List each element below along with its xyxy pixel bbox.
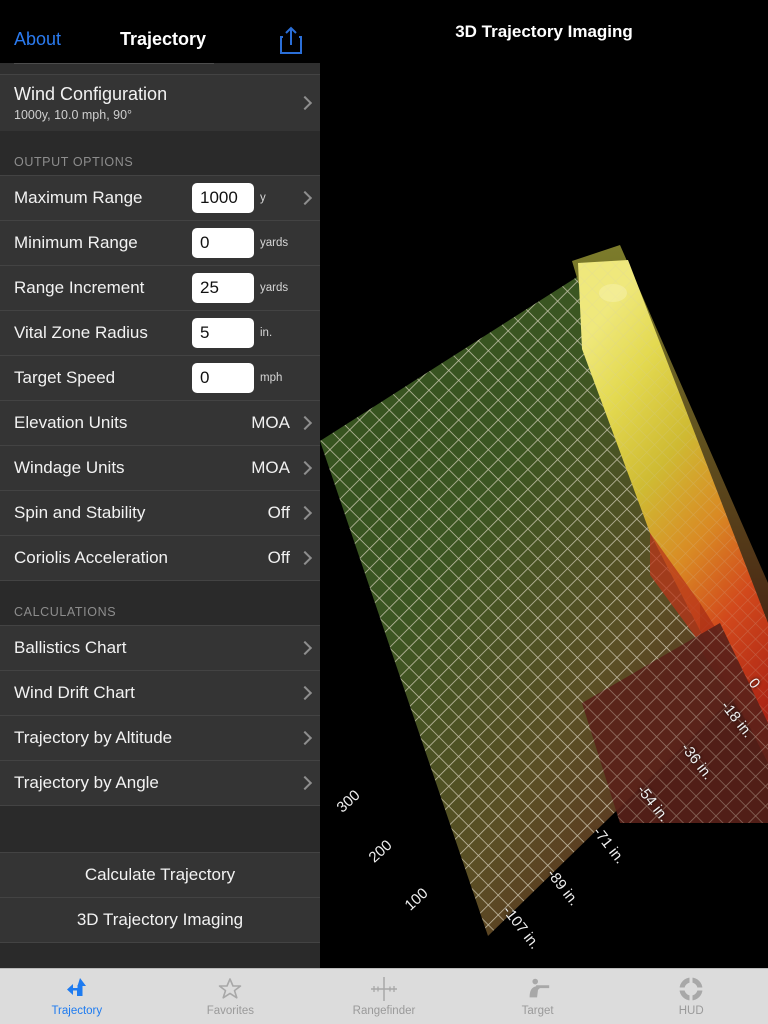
sidebar-row-maximum-range[interactable]: Maximum Range 1000 y [0, 176, 320, 220]
row-label: Spin and Stability [14, 503, 146, 522]
3d-trajectory-imaging-button[interactable]: 3D Trajectory Imaging [0, 898, 320, 942]
sidebar-row-windage-units[interactable]: Windage Units MOA [0, 446, 320, 490]
tab-label: Favorites [206, 1005, 255, 1017]
unit-label: y [260, 192, 266, 204]
section-header-calculations: CALCULATIONS [0, 581, 320, 625]
sidebar-row-coriolis-acceleration[interactable]: Coriolis Acceleration Off [0, 536, 320, 580]
row-label: Elevation Units [14, 413, 128, 432]
sidebar-row-target-speed[interactable]: Target Speed 0 mph [0, 356, 320, 400]
sidebar-row-elevation-units[interactable]: Elevation Units MOA [0, 401, 320, 445]
tab-label: HUD [678, 1005, 704, 1017]
target-speed-input[interactable]: 0 [192, 363, 254, 393]
tab-favorites[interactable]: Favorites [154, 969, 308, 1024]
sidebar-row-spin-and-stability[interactable]: Spin and Stability Off [0, 491, 320, 535]
back-button-about[interactable]: About [14, 30, 61, 48]
sidebar-row-vital-zone-radius[interactable]: Vital Zone Radius 5 in. [0, 311, 320, 355]
unit-label: mph [260, 372, 283, 384]
row-label: Trajectory by Altitude [14, 728, 173, 747]
row-label: Coriolis Acceleration [14, 548, 169, 567]
sidebar-row-minimum-range[interactable]: Minimum Range 0 yards [0, 221, 320, 265]
sidebar-row-ballistics-chart[interactable]: Ballistics Chart [0, 626, 320, 670]
unit-label: yards [260, 282, 289, 294]
row-label: Wind Drift Chart [14, 683, 135, 702]
sidebar-row-trajectory-by-angle[interactable]: Trajectory by Angle [0, 761, 320, 805]
trajectory-3d-view[interactable]: 300 200 100 0 -18 in. -36 in. -54 in. -7… [320, 63, 768, 968]
row-label: Windage Units [14, 458, 125, 477]
app-root: About Trajectory 3D Trajectory Imaging W… [0, 0, 768, 1024]
row-label: Ballistics Chart [14, 638, 127, 657]
elevation-units-value: MOA [251, 413, 290, 432]
chevron-right-icon [300, 460, 310, 476]
unit-label: in. [260, 327, 273, 339]
sidebar-row-wind-configuration[interactable]: Wind Configuration 1000y, 10.0 mph, 90° [0, 75, 320, 131]
crosshair-icon [370, 976, 398, 1002]
tab-label: Trajectory [51, 1005, 103, 1017]
wind-configuration-text: Wind Configuration 1000y, 10.0 mph, 90° [14, 84, 300, 122]
tab-hud[interactable]: HUD [614, 969, 768, 1024]
row-label: Vital Zone Radius [14, 323, 148, 342]
section-header-label: OUTPUT OPTIONS [14, 155, 134, 169]
chevron-right-icon [300, 775, 310, 791]
sidebar-row-range-increment[interactable]: Range Increment 25 yards [0, 266, 320, 310]
crosshair-glyph [370, 977, 397, 1001]
share-icon-glyph [280, 26, 302, 54]
page-title: Trajectory [120, 29, 207, 49]
chevron-right-icon [300, 415, 310, 431]
sidebar-nav-bar: About Trajectory [0, 0, 320, 63]
shooter-glyph [529, 978, 549, 998]
row-label: Trajectory by Angle [14, 773, 159, 792]
chevron-right-icon [300, 640, 310, 656]
row-label: Target Speed [14, 368, 116, 387]
trajectory-surface-plot [320, 245, 768, 936]
calculate-trajectory-button[interactable]: Calculate Trajectory [0, 853, 320, 897]
section-spacer [0, 806, 320, 852]
spin-and-stability-value: Off [267, 503, 290, 522]
chevron-right-icon [300, 730, 310, 746]
range-increment-input[interactable]: 25 [192, 273, 254, 303]
maximum-range-input[interactable]: 1000 [192, 183, 254, 213]
peak-highlight [599, 284, 627, 302]
section-header-label: CALCULATIONS [14, 605, 117, 619]
chevron-right-icon [300, 190, 310, 206]
tab-rangefinder[interactable]: Rangefinder [307, 969, 461, 1024]
tab-trajectory[interactable]: Trajectory [0, 969, 154, 1024]
trajectory-arrow-glyph [66, 978, 86, 996]
tab-target[interactable]: Target [461, 969, 615, 1024]
chevron-right-icon [300, 505, 310, 521]
tab-label: Target [521, 1005, 554, 1017]
star-icon [216, 976, 244, 1002]
reticle-glyph [678, 976, 705, 1002]
settings-sidebar[interactable]: Wind Configuration 1000y, 10.0 mph, 90° … [0, 63, 320, 968]
sidebar-row-trajectory-by-altitude[interactable]: Trajectory by Altitude [0, 716, 320, 760]
vital-zone-radius-input[interactable]: 5 [192, 318, 254, 348]
trajectory-arrow-icon [63, 976, 91, 1002]
top-bar: About Trajectory 3D Trajectory Imaging [0, 0, 768, 63]
wind-configuration-label: Wind Configuration [14, 84, 168, 105]
section-header-output-options: OUTPUT OPTIONS [0, 131, 320, 175]
tab-label: Rangefinder [352, 1005, 416, 1017]
coriolis-acceleration-value: Off [267, 548, 290, 567]
row-label: Maximum Range [14, 188, 143, 207]
sidebar-row-wind-drift-chart[interactable]: Wind Drift Chart [0, 671, 320, 715]
tab-bar: Trajectory Favorites Rangefinder Target … [0, 968, 768, 1024]
sidebar-tail [0, 943, 320, 968]
clipped-row-above [0, 63, 320, 74]
chevron-right-icon [300, 95, 310, 111]
star-glyph [219, 978, 242, 999]
minimum-range-input[interactable]: 0 [192, 228, 254, 258]
chevron-right-icon [300, 685, 310, 701]
wind-configuration-summary: 1000y, 10.0 mph, 90° [14, 107, 133, 122]
reticle-icon [677, 976, 705, 1002]
unit-label: yards [260, 237, 289, 249]
detail-title: 3D Trajectory Imaging [455, 21, 633, 41]
chevron-right-icon [300, 550, 310, 566]
row-label: Minimum Range [14, 233, 138, 252]
windage-units-value: MOA [251, 458, 290, 477]
shooter-icon [524, 976, 552, 1002]
share-icon[interactable] [278, 25, 304, 55]
row-label: Range Increment [14, 278, 145, 297]
